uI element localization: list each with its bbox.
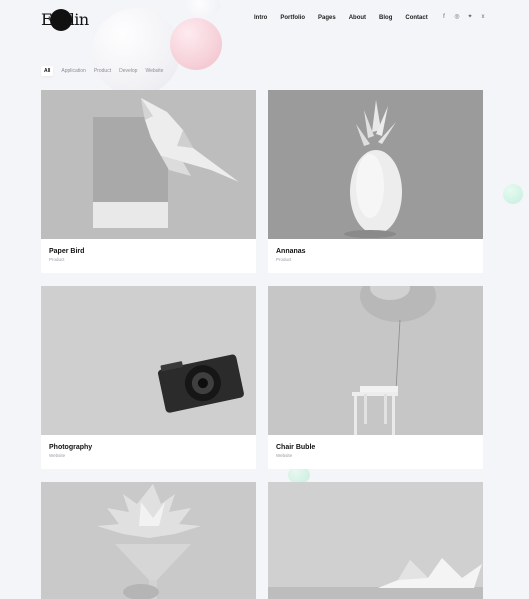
nav-item-contact[interactable]: Contact (405, 12, 427, 24)
instagram-icon[interactable]: ◎ (452, 12, 462, 22)
portfolio-card[interactable]: Chair Buble Website (268, 286, 483, 469)
project-title: Paper Bird (49, 248, 85, 255)
portfolio-filters: All Application Product Develop Website (41, 66, 171, 76)
project-category: Website (276, 453, 293, 458)
portfolio-card[interactable]: Annanas Product (268, 90, 483, 273)
main-nav: Intro Portfolio Pages About Blog Contact (254, 12, 441, 24)
filter-application[interactable]: Application (61, 66, 85, 76)
project-category: Website (49, 453, 66, 458)
portfolio-card[interactable] (268, 482, 483, 599)
filter-website[interactable]: Website (145, 66, 163, 76)
logo-text: Evelin (41, 10, 89, 29)
filter-develop[interactable]: Develop (119, 66, 137, 76)
facebook-icon[interactable]: f (439, 12, 449, 22)
portfolio-card[interactable] (41, 482, 256, 599)
project-image-camera[interactable] (41, 286, 256, 435)
project-image-pineapple[interactable] (268, 90, 483, 239)
nav-item-intro[interactable]: Intro (254, 12, 267, 24)
social-links: f ◎ ✦ x (439, 12, 488, 22)
portfolio-card[interactable]: Paper Bird Product (41, 90, 256, 273)
decorative-bubble-mint (503, 184, 523, 204)
filter-product[interactable]: Product (94, 66, 111, 76)
nav-item-blog[interactable]: Blog (379, 12, 392, 24)
project-title: Chair Buble (276, 444, 316, 451)
project-image-paper-boat[interactable] (268, 482, 483, 599)
xing-icon[interactable]: x (478, 12, 488, 22)
nav-item-pages[interactable]: Pages (318, 12, 336, 24)
nav-item-about[interactable]: About (349, 12, 366, 24)
project-category: Product (276, 257, 292, 262)
twitter-icon[interactable]: ✦ (465, 12, 475, 22)
project-title: Photography (49, 444, 93, 451)
project-image-glitter-glass[interactable] (41, 482, 256, 599)
project-category: Product (49, 257, 65, 262)
filter-all[interactable]: All (41, 66, 54, 76)
site-header: Evelin Intro Portfolio Pages About Blog … (0, 0, 529, 40)
project-image-chair-balloon[interactable] (268, 286, 483, 435)
logo[interactable]: Evelin (41, 9, 89, 31)
project-title: Annanas (276, 248, 306, 255)
portfolio-card[interactable]: Photography Website (41, 286, 256, 469)
project-image-paper-bird[interactable] (41, 90, 256, 239)
nav-item-portfolio[interactable]: Portfolio (280, 12, 305, 24)
